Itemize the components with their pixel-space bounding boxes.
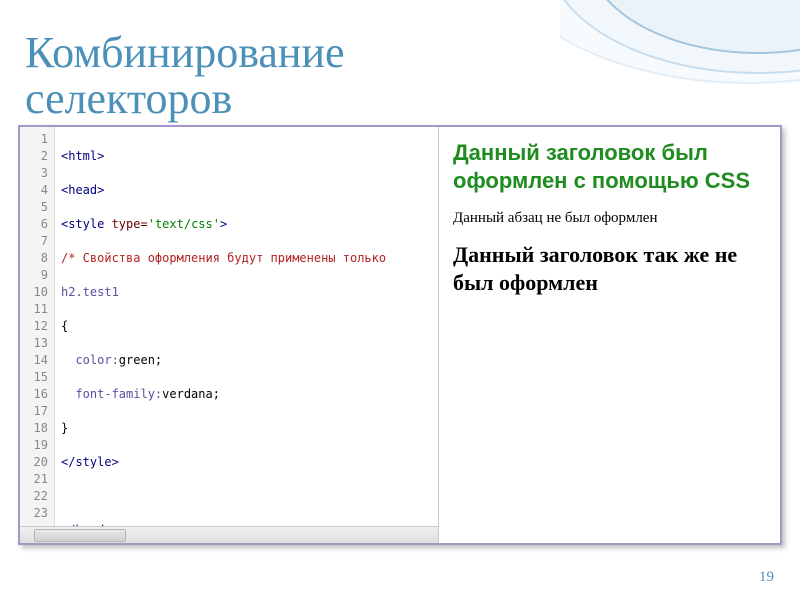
line-number: 17 [20,403,48,420]
line-number: 3 [20,165,48,182]
title-line-2: селекторов [25,74,232,123]
line-number: 5 [20,199,48,216]
line-number: 13 [20,335,48,352]
preview-paragraph: Данный абзац не был оформлен [453,210,766,227]
line-number: 15 [20,369,48,386]
line-number: 4 [20,182,48,199]
line-number: 12 [20,318,48,335]
code-line: font-family:verdana; [61,386,438,403]
line-number: 11 [20,301,48,318]
line-number: 2 [20,148,48,165]
line-number: 7 [20,233,48,250]
line-number: 18 [20,420,48,437]
line-number: 6 [20,216,48,233]
line-number: 8 [20,250,48,267]
line-number: 22 [20,488,48,505]
line-gutter: 1 2 3 4 5 6 7 8 9 10 11 12 13 14 15 16 1… [20,127,55,526]
code-line [61,488,438,505]
code-line: <style type='text/css'> [61,216,438,233]
line-number: 19 [20,437,48,454]
line-number: 20 [20,454,48,471]
code-line: <head> [61,182,438,199]
horizontal-scrollbar[interactable] [20,526,438,543]
slide-title: Комбинирование селекторов [25,30,345,122]
line-number: 16 [20,386,48,403]
code-line: /* Свойства оформления будут применены т… [61,250,438,267]
content-frame: 1 2 3 4 5 6 7 8 9 10 11 12 13 14 15 16 1… [18,125,782,545]
title-line-1: Комбинирование [25,28,345,77]
slide: Комбинирование селекторов 1 2 3 4 5 6 7 … [0,0,800,600]
line-number: 21 [20,471,48,488]
preview-panel: Данный заголовок был оформлен с помощью … [439,127,780,543]
line-number: 23 [20,505,48,522]
code-line: <html> [61,148,438,165]
line-number: 14 [20,352,48,369]
code-line: } [61,420,438,437]
code-area: 1 2 3 4 5 6 7 8 9 10 11 12 13 14 15 16 1… [20,127,438,526]
line-number: 10 [20,284,48,301]
code-line: h2.test1 [61,284,438,301]
code-line: { [61,318,438,335]
preview-heading-styled: Данный заголовок был оформлен с помощью … [453,139,766,194]
code-panel: 1 2 3 4 5 6 7 8 9 10 11 12 13 14 15 16 1… [20,127,439,543]
preview-heading-plain: Данный заголовок так же не был оформлен [453,241,766,296]
code-line: color:green; [61,352,438,369]
code-line: </style> [61,454,438,471]
corner-decoration [560,0,800,90]
slide-number: 19 [759,569,774,586]
line-number: 1 [20,131,48,148]
scrollbar-thumb[interactable] [34,529,126,542]
code-lines: <html> <head> <style type='text/css'> /*… [55,127,438,526]
line-number: 9 [20,267,48,284]
